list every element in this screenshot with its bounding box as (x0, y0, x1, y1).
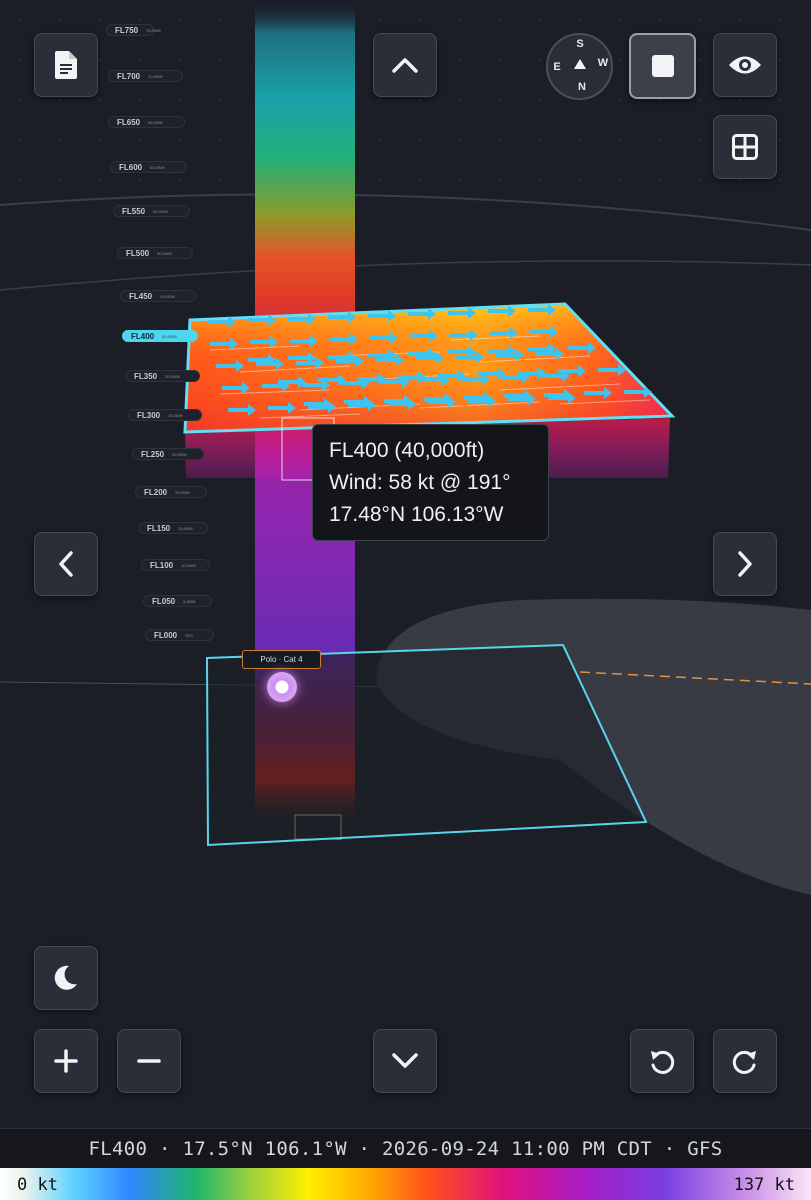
wind-tooltip: FL400 (40,000ft) Wind: 58 kt @ 191° 17.4… (312, 424, 549, 541)
tooltip-level: FL400 (40,000ft) (329, 439, 485, 462)
compass-east: E (553, 61, 561, 73)
fl-item-550[interactable]: FL550 55,000ft (113, 205, 190, 217)
fl-item-000[interactable]: FL000 SFC (145, 629, 214, 641)
fl400-wind-slab[interactable] (183, 302, 676, 434)
pan-left-button[interactable] (34, 532, 98, 596)
compass-south: S (576, 38, 584, 50)
status-bar: FL400 · 17.5°N 106.1°W · 2026-09-24 11:0… (0, 1128, 811, 1169)
fl-item-100[interactable]: FL100 10,000ft (141, 559, 210, 571)
wind-speed-legend (0, 1168, 811, 1200)
layout-grid-button[interactable] (713, 115, 777, 179)
chevron-down-icon (392, 1053, 418, 1068)
document-icon (55, 51, 77, 79)
zoom-out-button[interactable] (117, 1029, 181, 1093)
fl-item-400[interactable]: FL400 40,000ft (122, 330, 198, 342)
fl-item-650[interactable]: FL650 65,000ft (108, 116, 185, 128)
status-text: FL400 · 17.5°N 106.1°W · 2026-09-24 11:0… (88, 1138, 723, 1160)
eye-icon (729, 56, 761, 74)
compass-west: W (597, 57, 609, 69)
fl-item-250[interactable]: FL250 25,000ft (132, 448, 204, 460)
compass-needle-icon (574, 59, 586, 69)
plus-icon (54, 1049, 78, 1073)
rotate-ccw-icon (651, 1050, 675, 1074)
visibility-button[interactable] (713, 33, 777, 97)
fl-item-050[interactable]: FL050 5,000ft (143, 595, 212, 607)
tilt-down-button[interactable] (373, 1029, 437, 1093)
fl-item-500[interactable]: FL500 50,000ft (117, 247, 193, 259)
rotate-left-button[interactable] (630, 1029, 694, 1093)
fl-item-750[interactable]: FL750 75,000ft (106, 24, 161, 36)
tooltip-coordinates: 17.48°N 106.13°W (329, 503, 504, 526)
compass-north: N (578, 81, 586, 93)
fl-item-450[interactable]: FL450 45,000ft (120, 290, 196, 302)
fl-item-150[interactable]: FL150 15,000ft (138, 522, 208, 534)
chevron-right-icon (738, 551, 752, 577)
wind-scene[interactable] (0, 0, 811, 1200)
fl-item-600[interactable]: FL600 60,000ft (110, 161, 187, 173)
rotate-right-button[interactable] (713, 1029, 777, 1093)
compass[interactable]: S E W N (546, 33, 613, 100)
fl-item-200[interactable]: FL200 20,000ft (135, 486, 207, 498)
chevron-left-icon (59, 551, 73, 577)
legend-min-label: 0 kt (17, 1175, 58, 1195)
fl-item-350[interactable]: FL350 35,000ft (125, 370, 200, 382)
document-button[interactable] (34, 33, 98, 97)
dark-mode-button[interactable] (34, 946, 98, 1010)
tilt-up-button[interactable] (373, 33, 437, 97)
fl-item-300[interactable]: FL300 30,000ft (128, 409, 202, 421)
square-icon (651, 55, 674, 77)
rotate-cw-icon (732, 1050, 756, 1074)
legend-max-label: 137 kt (733, 1175, 795, 1195)
stop-button[interactable] (629, 33, 696, 99)
fl-item-700[interactable]: FL700 70,000ft (108, 70, 183, 82)
chevron-up-icon (392, 58, 418, 73)
storm-marker-icon[interactable] (267, 672, 297, 702)
grid-icon (732, 134, 758, 160)
pan-right-button[interactable] (713, 532, 777, 596)
moon-icon (54, 965, 77, 990)
tooltip-wind: Wind: 58 kt @ 191° (329, 471, 511, 494)
zoom-in-button[interactable] (34, 1029, 98, 1093)
storm-label: Polo · Cat 4 (242, 650, 321, 669)
minus-icon (137, 1059, 161, 1063)
